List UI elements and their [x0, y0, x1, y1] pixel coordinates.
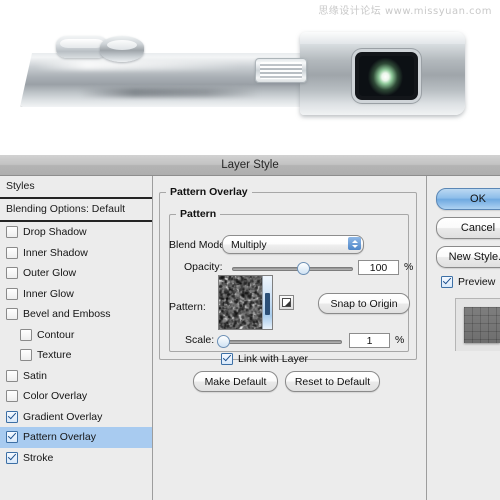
- checkbox-icon[interactable]: [221, 353, 233, 365]
- preview-label: Preview: [458, 276, 496, 288]
- checkbox-icon[interactable]: [6, 431, 18, 444]
- scale-slider-thumb[interactable]: [217, 335, 230, 348]
- checkbox-icon[interactable]: [20, 349, 32, 362]
- scale-label: Scale:: [185, 334, 215, 346]
- layer-style-dialog: Layer Style Styles Blending Options: Def…: [0, 155, 500, 500]
- checkbox-icon[interactable]: [441, 276, 453, 288]
- pattern-group: Pattern: [169, 208, 409, 352]
- camera-illustration: [0, 0, 500, 155]
- sidebar-item-color-overlay[interactable]: Color Overlay: [0, 386, 152, 407]
- opacity-label: Opacity:: [184, 261, 223, 273]
- pattern-scrollbar[interactable]: [262, 276, 272, 329]
- link-with-layer-label: Link with Layer: [238, 353, 309, 365]
- checkbox-icon[interactable]: [6, 308, 18, 321]
- sidebar-item-label: Inner Glow: [23, 287, 74, 300]
- sidebar-item-label: Pattern Overlay: [23, 431, 96, 444]
- scale-unit: %: [395, 334, 405, 346]
- style-effects-list: Drop Shadow Inner Shadow Outer Glow Inner G…: [0, 222, 152, 468]
- opacity-slider-track[interactable]: [232, 267, 353, 271]
- dialog-title: Layer Style: [221, 159, 279, 171]
- sidebar-item-texture[interactable]: Texture: [0, 345, 152, 366]
- checkbox-icon[interactable]: [6, 451, 18, 464]
- checkbox-icon[interactable]: [6, 246, 18, 259]
- pattern-scrollbar-thumb[interactable]: [265, 293, 270, 315]
- checkbox-icon[interactable]: [6, 369, 18, 382]
- camera-highlight: [34, 60, 244, 70]
- scale-slider-track[interactable]: [221, 340, 342, 344]
- sidebar-item-label: Drop Shadow: [23, 226, 87, 239]
- cancel-button[interactable]: Cancel: [436, 217, 500, 239]
- checkbox-icon[interactable]: [6, 410, 18, 423]
- checkbox-icon[interactable]: [20, 328, 32, 341]
- blend-mode-value: Multiply: [231, 238, 267, 251]
- pattern-swatch-picker[interactable]: [218, 275, 273, 330]
- reset-to-default-button[interactable]: Reset to Default: [285, 371, 380, 392]
- new-style-button[interactable]: New Style...: [436, 246, 500, 268]
- pattern-preset-popup-button[interactable]: [279, 295, 294, 310]
- watermark-text: 思缘设计论坛 www.missyuan.com: [318, 6, 492, 17]
- preview-thumbnail: [464, 307, 500, 343]
- preview-thumbnail-frame: [455, 298, 500, 351]
- link-with-layer-checkbox[interactable]: Link with Layer: [221, 353, 308, 365]
- sidebar-item-contour[interactable]: Contour: [0, 325, 152, 346]
- blend-mode-label: Blend Mode:: [169, 239, 228, 251]
- preset-menu-icon: [282, 298, 291, 307]
- make-default-button[interactable]: Make Default: [193, 371, 278, 392]
- opacity-input[interactable]: 100: [358, 260, 399, 275]
- sidebar-item-blending-options[interactable]: Blending Options: Default: [0, 199, 152, 222]
- pattern-overlay-panel: Pattern Overlay Pattern Blend Mode: Mult…: [153, 176, 425, 500]
- sidebar-item-gradient-overlay[interactable]: Gradient Overlay: [0, 407, 152, 428]
- sidebar-item-satin[interactable]: Satin: [0, 366, 152, 387]
- checkbox-icon[interactable]: [6, 390, 18, 403]
- sidebar-item-label: Bevel and Emboss: [23, 308, 111, 321]
- scale-input[interactable]: 1: [349, 333, 390, 348]
- opacity-unit: %: [404, 261, 414, 273]
- dialog-titlebar[interactable]: Layer Style: [0, 155, 500, 176]
- styles-header[interactable]: Styles: [0, 176, 152, 199]
- sidebar-item-label: Satin: [23, 369, 47, 382]
- blend-mode-select[interactable]: Multiply: [222, 235, 364, 254]
- opacity-slider-thumb[interactable]: [297, 262, 310, 275]
- sidebar-item-label: Inner Shadow: [23, 246, 88, 259]
- checkbox-icon[interactable]: [6, 226, 18, 239]
- camera-photo-area: 思缘设计论坛 www.missyuan.com: [0, 0, 500, 155]
- sidebar-item-bevel-and-emboss[interactable]: Bevel and Emboss: [0, 304, 152, 325]
- snap-to-origin-button[interactable]: Snap to Origin: [318, 293, 410, 314]
- pattern-label: Pattern:: [169, 301, 206, 313]
- camera-flash-strip-icon: [255, 58, 307, 83]
- sidebar-item-inner-shadow[interactable]: Inner Shadow: [0, 243, 152, 264]
- sidebar-item-inner-glow[interactable]: Inner Glow: [0, 284, 152, 305]
- sidebar-item-label: Outer Glow: [23, 267, 77, 280]
- sidebar-item-stroke[interactable]: Stroke: [0, 448, 152, 469]
- checkbox-icon[interactable]: [6, 267, 18, 280]
- sidebar-item-pattern-overlay[interactable]: Pattern Overlay: [0, 427, 152, 448]
- pattern-group-title: Pattern: [180, 208, 217, 220]
- sidebar-item-drop-shadow[interactable]: Drop Shadow: [0, 222, 152, 243]
- ok-button[interactable]: OK: [436, 188, 500, 210]
- sidebar-item-label: Texture: [37, 349, 72, 362]
- checkbox-icon[interactable]: [6, 287, 18, 300]
- camera-shadow: [80, 88, 260, 97]
- preview-checkbox[interactable]: Preview: [441, 276, 495, 288]
- camera-shutter-button-icon: [100, 36, 144, 62]
- pattern-overlay-group-title: Pattern Overlay: [170, 186, 248, 198]
- sidebar-item-label: Stroke: [23, 451, 54, 464]
- sidebar-item-outer-glow[interactable]: Outer Glow: [0, 263, 152, 284]
- dialog-actions-panel: OK Cancel New Style... Preview: [426, 176, 500, 500]
- sidebar-item-label: Color Overlay: [23, 390, 88, 403]
- camera-viewfinder-lens: [359, 56, 414, 96]
- camera-top-edge: [300, 32, 465, 44]
- chevron-updown-icon[interactable]: [348, 237, 361, 250]
- sidebar-item-label: Gradient Overlay: [23, 410, 103, 423]
- styles-sidebar: Styles Blending Options: Default Drop Sh…: [0, 176, 153, 500]
- sidebar-item-label: Contour: [37, 328, 75, 341]
